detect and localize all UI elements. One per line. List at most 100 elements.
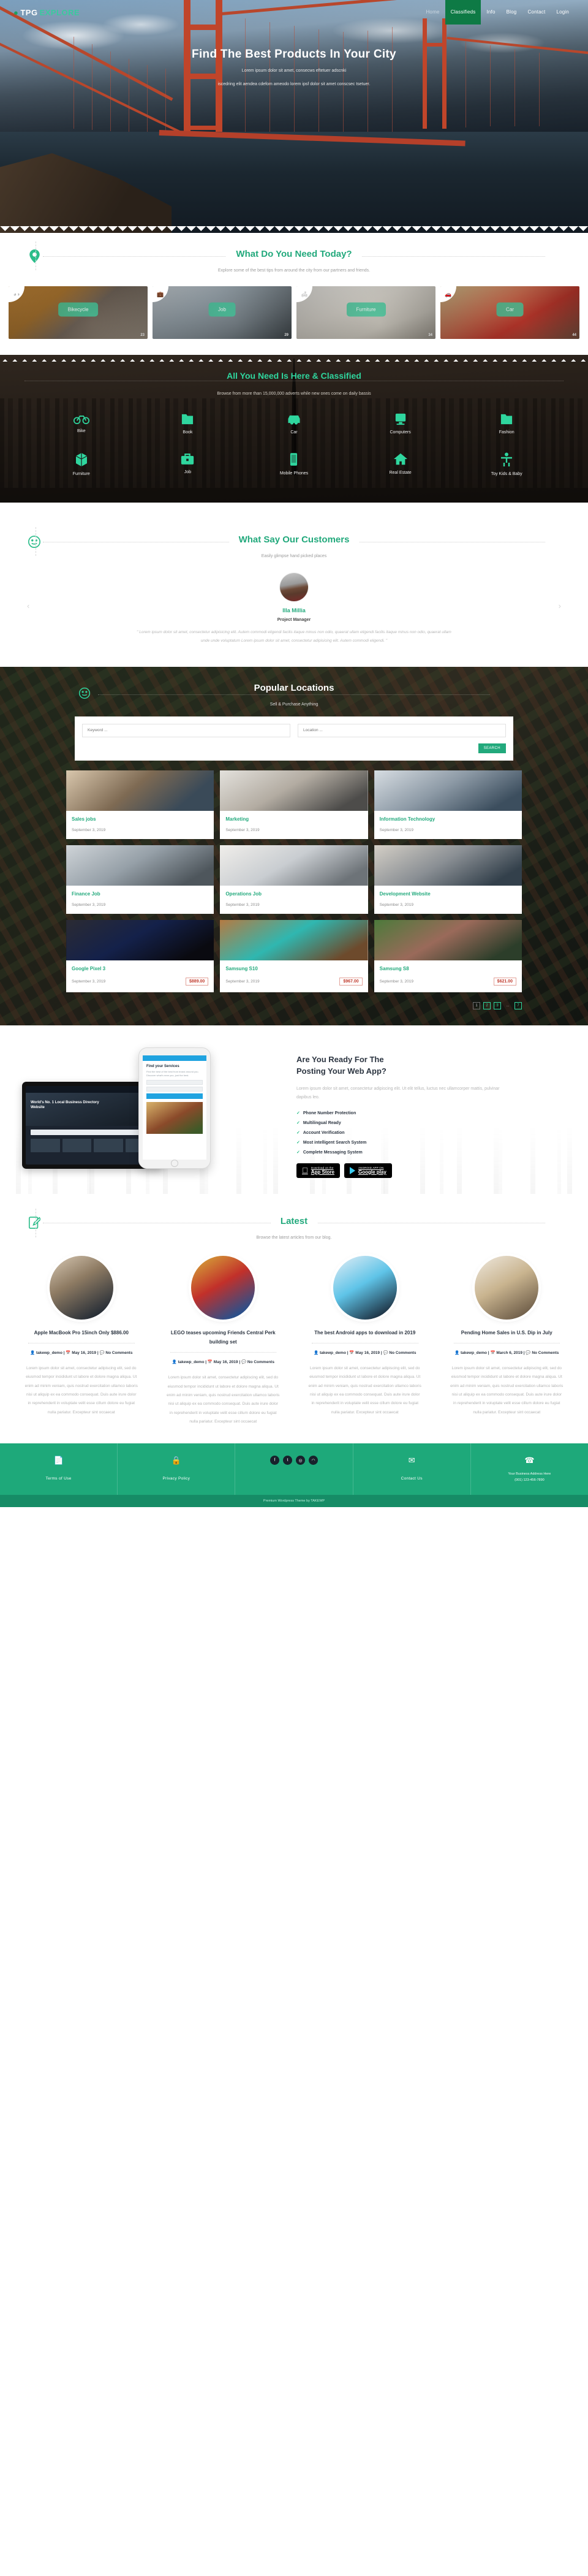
listing-card[interactable]: Development Website September 3, 2019 xyxy=(374,845,522,914)
listing-card[interactable]: Google Pixel 3 September 3, 2019 $889.00 xyxy=(66,919,214,992)
google-play-top-label: ANDROID APP ON xyxy=(352,1166,383,1169)
bicycle-icon: ◕◑ xyxy=(9,286,24,302)
app-store-button[interactable]:  Download on the App Store xyxy=(296,1163,340,1178)
nav-item-login[interactable]: Login xyxy=(551,0,575,25)
blog-post-card[interactable]: The best Android apps to download in 201… xyxy=(297,1255,433,1426)
blog-title: Latest xyxy=(270,1215,318,1226)
site-footer: 📄 Terms of Use 🔒 Privacy Policy f t ◎ ◠ … xyxy=(0,1443,588,1507)
blog-heading: Latest Browse the latest articles from o… xyxy=(0,1200,588,1246)
pagination-page-2[interactable]: 2 xyxy=(483,1001,491,1009)
category-card-job[interactable]: 💼 Job 29 xyxy=(153,286,292,339)
blog-post-card[interactable]: LEGO teases upcoming Friends Central Per… xyxy=(156,1255,292,1426)
listing-title: Samsung S8 xyxy=(379,965,409,971)
classified-item-mobile-phones[interactable]: Mobile Phones xyxy=(241,445,347,487)
listing-card[interactable]: Samsung S10 September 3, 2019 $967.00 xyxy=(220,919,368,992)
classified-item-book[interactable]: Book xyxy=(135,406,241,445)
footer-contact-label: Contact Us xyxy=(401,1476,423,1481)
nav-item-classifieds[interactable]: Classifieds xyxy=(445,0,481,25)
pagination-page-1[interactable]: 1 xyxy=(473,1001,480,1009)
car-icon: 🚗 xyxy=(440,286,456,302)
search-button[interactable]: SEARCH xyxy=(478,743,506,753)
pagination[interactable]: 1 2 3 ... 7 xyxy=(0,992,588,1025)
book-icon xyxy=(135,413,241,425)
map-pin-icon xyxy=(26,248,43,265)
classified-item-furniture[interactable]: Furniture xyxy=(28,445,135,487)
nav-item-contact[interactable]: Contact xyxy=(522,0,551,25)
listing-card[interactable]: Operations Job September 3, 2019 xyxy=(220,845,368,914)
classified-item-job[interactable]: Job xyxy=(135,445,241,487)
google-play-button[interactable]: ANDROID APP ON Google play xyxy=(344,1163,392,1178)
twitter-icon[interactable]: t xyxy=(283,1456,292,1465)
user-icon: 👤 xyxy=(30,1351,36,1356)
post-comments: No Comments xyxy=(247,1360,274,1365)
carousel-next-button[interactable]: › xyxy=(559,601,561,610)
category-card-bikecycle[interactable]: ◕◑ Bikecycle 23 xyxy=(9,286,148,339)
instagram-icon[interactable]: ◎ xyxy=(296,1456,305,1465)
listing-card[interactable]: Samsung S8 September 3, 2019 $621.00 xyxy=(374,919,522,992)
user-icon: 👤 xyxy=(172,1360,177,1365)
listing-card[interactable]: Finance Job September 3, 2019 xyxy=(66,845,214,914)
listing-thumbnail xyxy=(374,919,522,960)
classified-item-real-estate[interactable]: Real Estate xyxy=(347,445,454,487)
comment-icon: 💬 xyxy=(383,1351,388,1356)
testimonial-quote: " Lorem ipsum dolor sit amet, consectetu… xyxy=(137,630,451,644)
category-count: 44 xyxy=(572,333,576,337)
category-card-car[interactable]: 🚗 Car 44 xyxy=(440,286,579,339)
search-panel: SEARCH xyxy=(75,716,513,761)
listing-thumbnail xyxy=(220,919,368,960)
classified-item-bike[interactable]: Bike xyxy=(28,406,135,445)
tablet-screen-title: World's No. 1 Local Business Directory W… xyxy=(31,1100,99,1109)
keyword-input[interactable] xyxy=(82,723,290,737)
promo-heading-line2: Posting Your Web App? xyxy=(296,1066,386,1076)
post-date: May 16, 2019 xyxy=(213,1360,238,1365)
listing-card[interactable]: Marketing September 3, 2019 xyxy=(220,770,368,839)
footer-privacy-column[interactable]: 🔒 Privacy Policy xyxy=(118,1443,236,1495)
check-icon: ✓ xyxy=(296,1150,300,1155)
listing-card[interactable]: Sales jobs September 3, 2019 xyxy=(66,770,214,839)
classified-subtitle: Browse from more than 15,000,000 adverts… xyxy=(217,392,371,396)
nav-item-home[interactable]: Home xyxy=(420,0,445,25)
rss-icon[interactable]: ◠ xyxy=(309,1456,318,1465)
classified-item-toy-kids-baby[interactable]: Toy Kids & Baby xyxy=(453,445,560,487)
category-card-furniture[interactable]: 🛋 Furniture 34 xyxy=(296,286,435,339)
listing-title: Operations Job xyxy=(225,891,262,897)
needs-subtitle: Explore some of the best tips from aroun… xyxy=(217,268,371,273)
post-thumbnail xyxy=(475,1255,539,1320)
pagination-page-7[interactable]: 7 xyxy=(514,1001,522,1009)
feature-label: Account Verification xyxy=(303,1130,345,1135)
main-navigation[interactable]: Home Classifieds Info Blog Contact Login xyxy=(420,0,575,25)
footer-privacy-label: Privacy Policy xyxy=(162,1476,190,1481)
latest-blog-section: Latest Browse the latest articles from o… xyxy=(0,1193,588,1444)
classified-item-computers[interactable]: Computers xyxy=(347,406,454,445)
footer-contact-column[interactable]: ✉ Contact Us xyxy=(353,1443,471,1495)
check-icon: ✓ xyxy=(296,1140,300,1145)
footer-phone-number: (001) 123-456-7890 xyxy=(514,1478,545,1482)
nav-item-info[interactable]: Info xyxy=(481,0,500,25)
social-links[interactable]: f t ◎ ◠ xyxy=(239,1456,349,1465)
classified-item-fashion[interactable]: Fashion xyxy=(453,406,560,445)
listing-thumbnail xyxy=(66,770,214,811)
listing-card[interactable]: Information Technology September 3, 2019 xyxy=(374,770,522,839)
nav-item-blog[interactable]: Blog xyxy=(501,0,522,25)
locations-divider xyxy=(98,694,490,696)
pagination-page-3[interactable]: 3 xyxy=(494,1001,501,1009)
carousel-prev-button[interactable]: ‹ xyxy=(27,601,29,610)
facebook-icon[interactable]: f xyxy=(270,1456,279,1465)
location-input[interactable] xyxy=(298,723,506,737)
calendar-icon: 📅 xyxy=(490,1351,496,1356)
document-icon: 📄 xyxy=(53,1456,64,1465)
classified-item-car[interactable]: Car xyxy=(241,406,347,445)
footer-terms-column[interactable]: 📄 Terms of Use xyxy=(0,1443,118,1495)
phone-icon: ☎ xyxy=(524,1456,535,1465)
site-logo[interactable]: ● TPG EXPLORE xyxy=(13,8,80,17)
blog-post-card[interactable]: Apple MacBook Pro 15inch Only $886.00 👤 … xyxy=(13,1255,149,1426)
blog-post-card[interactable]: Pending Home Sales in U.S. Dip in July 👤… xyxy=(439,1255,575,1426)
footer-phone-column[interactable]: ☎ Your Business Address Here (001) 123-4… xyxy=(471,1443,588,1495)
listing-title: Finance Job xyxy=(72,891,100,897)
post-separator xyxy=(170,1352,276,1353)
listing-date: September 3, 2019 xyxy=(225,827,260,832)
listing-date: September 3, 2019 xyxy=(379,827,413,832)
footer-copyright: Premium Wordpress Theme by TAKEWP xyxy=(0,1494,588,1507)
needs-heading: What Do You Need Today? Explore some of … xyxy=(0,233,588,279)
listing-title: Sales jobs xyxy=(72,816,96,822)
